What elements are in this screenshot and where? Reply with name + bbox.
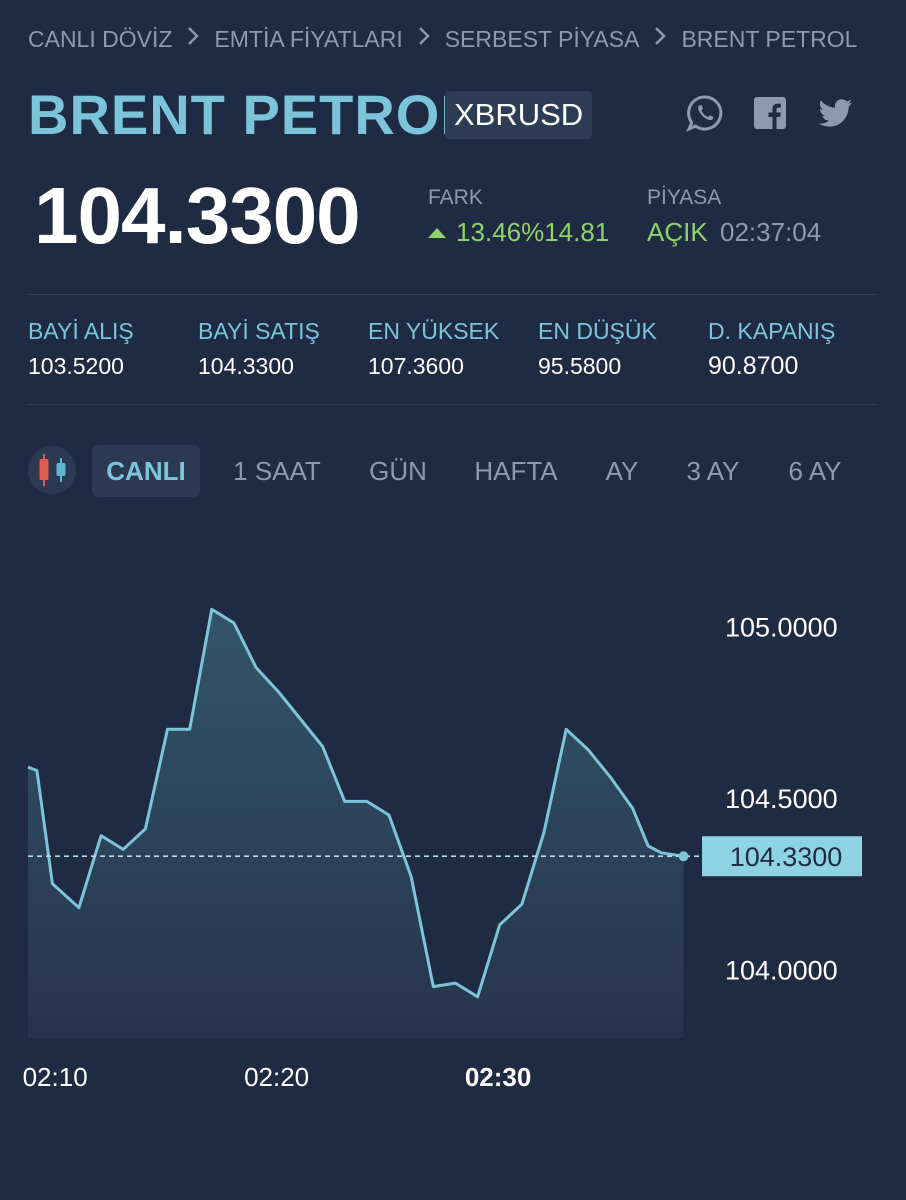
twitter-icon xyxy=(818,99,852,127)
tab-canli[interactable]: CANLI xyxy=(92,445,200,497)
x-tick-label: 02:20 xyxy=(244,1062,309,1092)
candlestick-toggle-button[interactable] xyxy=(28,446,76,494)
whatsapp-icon xyxy=(686,95,723,133)
market-label: PİYASA xyxy=(647,186,722,209)
tab-gun[interactable]: GÜN xyxy=(352,445,444,497)
stat-label-d-kapanis: D. KAPANIŞ xyxy=(708,318,836,344)
x-tick-label: 02:10 xyxy=(23,1062,88,1092)
up-arrow-icon xyxy=(428,227,446,238)
facebook-icon xyxy=(754,97,786,129)
chevron-right-icon xyxy=(409,25,439,53)
current-value-dot xyxy=(678,851,689,862)
change-amount: 14.81 xyxy=(544,217,610,247)
tab-1-saat[interactable]: 1 SAAT xyxy=(218,445,336,497)
facebook-share-button[interactable] xyxy=(750,93,790,133)
y-tick-label: 104.0000 xyxy=(725,955,838,985)
stat-label-en-yuksek: EN YÜKSEK xyxy=(368,318,500,344)
x-tick-label: 02:30 xyxy=(465,1062,532,1092)
current-price: 104.3300 xyxy=(34,171,361,260)
stat-value-en-dusuk: 95.5800 xyxy=(538,353,622,379)
stat-value-bayi-alis: 103.5200 xyxy=(28,353,124,379)
whatsapp-share-button[interactable] xyxy=(685,93,725,133)
divider xyxy=(28,404,878,405)
tab-hafta[interactable]: HAFTA xyxy=(460,445,572,497)
change-percent: 13.46% xyxy=(456,217,545,247)
breadcrumb-item-emtia[interactable]: EMTİA FİYATLARI xyxy=(214,26,402,53)
stat-label-bayi-satis: BAYİ SATIŞ xyxy=(198,318,320,344)
market-time: 02:37:04 xyxy=(720,217,822,247)
tab-ay[interactable]: AY xyxy=(590,445,654,497)
stat-value-bayi-satis: 104.3300 xyxy=(198,353,294,379)
chevron-right-icon xyxy=(178,25,208,53)
stat-value-en-yuksek: 107.3600 xyxy=(368,353,464,379)
candlestick-icon xyxy=(39,454,66,486)
current-value-label: 104.3300 xyxy=(730,842,843,872)
breadcrumb: CANLI DÖVİZ EMTİA FİYATLARI SERBEST PİYA… xyxy=(28,24,857,54)
change-label: FARK xyxy=(428,186,483,209)
stat-label-en-dusuk: EN DÜŞÜK xyxy=(538,318,657,344)
stat-label-bayi-alis: BAYİ ALIŞ xyxy=(28,318,134,344)
chart-area-fill xyxy=(28,609,684,1038)
breadcrumb-item-canli-doviz[interactable]: CANLI DÖVİZ xyxy=(28,26,172,53)
change-value: 13.46% 14.81 xyxy=(428,217,609,248)
tab-3-ay[interactable]: 3 AY xyxy=(670,445,756,497)
price-chart[interactable]: 104.3300 105.0000 104.5000 104.0000 02:10 0… xyxy=(0,560,906,1120)
stat-value-d-kapanis: 90.8700 xyxy=(708,352,799,380)
breadcrumb-item-serbest-piyasa[interactable]: SERBEST PİYASA xyxy=(445,26,640,53)
ticker-badge: XBRUSD xyxy=(445,91,593,139)
tab-6-ay[interactable]: 6 AY xyxy=(772,445,858,497)
breadcrumb-item-brent-petrol: BRENT PETROL xyxy=(681,25,858,52)
y-tick-label: 104.5000 xyxy=(725,784,838,814)
divider xyxy=(28,294,878,295)
chevron-right-icon xyxy=(645,25,675,53)
market-status: AÇIK xyxy=(647,217,708,247)
y-tick-label: 105.0000 xyxy=(725,612,838,642)
twitter-share-button[interactable] xyxy=(815,93,855,133)
page-title: BRENT PETROL xyxy=(28,83,476,146)
